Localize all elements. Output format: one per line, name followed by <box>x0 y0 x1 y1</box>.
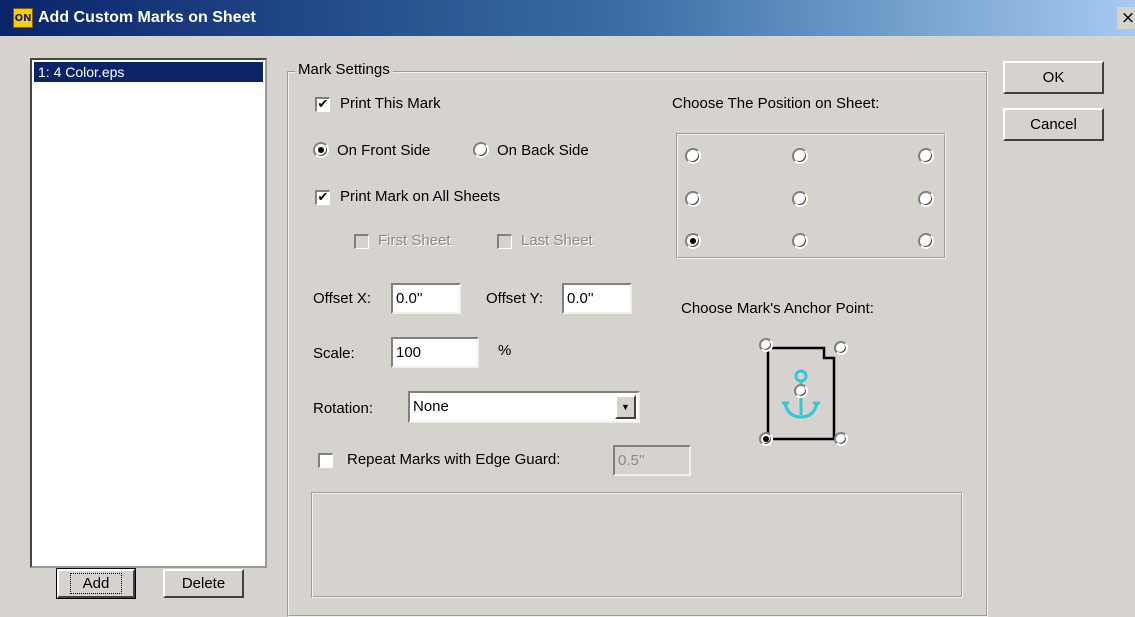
position-radio-top-left[interactable] <box>685 148 701 164</box>
anchor-radio-center[interactable] <box>794 384 808 398</box>
print-this-mark-label: Print This Mark <box>340 95 441 112</box>
rotation-select[interactable]: None ▼ <box>408 391 640 423</box>
title-bar: ON Add Custom Marks on Sheet × <box>0 0 1135 36</box>
position-grid <box>676 133 946 259</box>
position-radio-middle-center[interactable] <box>792 191 808 207</box>
rotation-label: Rotation: <box>313 400 374 417</box>
offset-x-label: Offset X: <box>313 290 372 307</box>
last-sheet-label: Last Sheet <box>521 232 593 249</box>
position-radio-bottom-right[interactable] <box>918 233 934 249</box>
chevron-down-icon[interactable]: ▼ <box>615 395 636 419</box>
print-all-sheets-label: Print Mark on All Sheets <box>340 188 501 205</box>
edge-guard-input[interactable]: 0.5'' <box>613 445 691 476</box>
front-side-label: On Front Side <box>337 142 431 159</box>
offset-y-input[interactable]: 0.0'' <box>562 283 632 314</box>
anchor-label: Choose Mark's Anchor Point: <box>681 300 874 317</box>
edge-guard-checkbox[interactable] <box>318 453 333 468</box>
position-radio-middle-right[interactable] <box>918 191 934 207</box>
app-icon: ON <box>13 8 33 28</box>
cancel-button-label: Cancel <box>1030 116 1077 133</box>
anchor-radio-bottom-left[interactable] <box>759 432 773 446</box>
last-sheet-checkbox[interactable] <box>497 234 512 249</box>
position-radio-bottom-left[interactable] <box>685 233 701 249</box>
first-sheet-checkbox[interactable] <box>354 234 369 249</box>
scale-input[interactable]: 100 <box>391 337 479 368</box>
position-radio-middle-left[interactable] <box>685 191 701 207</box>
description-box <box>311 492 963 598</box>
add-button-label: Add <box>69 573 123 594</box>
cancel-button[interactable]: Cancel <box>1003 108 1104 141</box>
delete-button-label: Delete <box>181 575 226 592</box>
anchor-radio-top-right[interactable] <box>834 341 848 355</box>
print-all-sheets-checkbox[interactable]: ✔ <box>315 190 330 205</box>
back-side-radio[interactable] <box>473 142 489 158</box>
position-label: Choose The Position on Sheet: <box>672 95 880 112</box>
delete-button[interactable]: Delete <box>163 569 244 598</box>
print-this-mark-checkbox[interactable]: ✔ <box>315 97 330 112</box>
add-button[interactable]: Add <box>56 568 136 599</box>
window-title: Add Custom Marks on Sheet <box>38 9 256 26</box>
anchor-radio-top-left[interactable] <box>759 338 773 352</box>
edge-guard-label: Repeat Marks with Edge Guard: <box>347 451 561 468</box>
marks-listbox[interactable]: 1: 4 Color.eps <box>30 58 267 568</box>
position-radio-top-right[interactable] <box>918 148 934 164</box>
ok-button[interactable]: OK <box>1003 61 1104 94</box>
offset-x-input[interactable]: 0.0'' <box>391 283 461 314</box>
close-icon[interactable]: × <box>1117 7 1135 29</box>
list-item[interactable]: 1: 4 Color.eps <box>34 62 263 82</box>
position-radio-bottom-center[interactable] <box>792 233 808 249</box>
anchor-radio-bottom-right[interactable] <box>834 432 848 446</box>
rotation-value: None <box>413 398 449 415</box>
front-side-radio[interactable] <box>313 142 329 158</box>
position-radio-top-center[interactable] <box>792 148 808 164</box>
scale-label: Scale: <box>313 345 355 362</box>
back-side-label: On Back Side <box>497 142 589 159</box>
ok-button-label: OK <box>1042 69 1065 86</box>
scale-unit: % <box>498 342 512 359</box>
first-sheet-label: First Sheet <box>378 232 451 249</box>
offset-y-label: Offset Y: <box>486 290 543 307</box>
mark-settings-legend: Mark Settings <box>295 61 393 78</box>
